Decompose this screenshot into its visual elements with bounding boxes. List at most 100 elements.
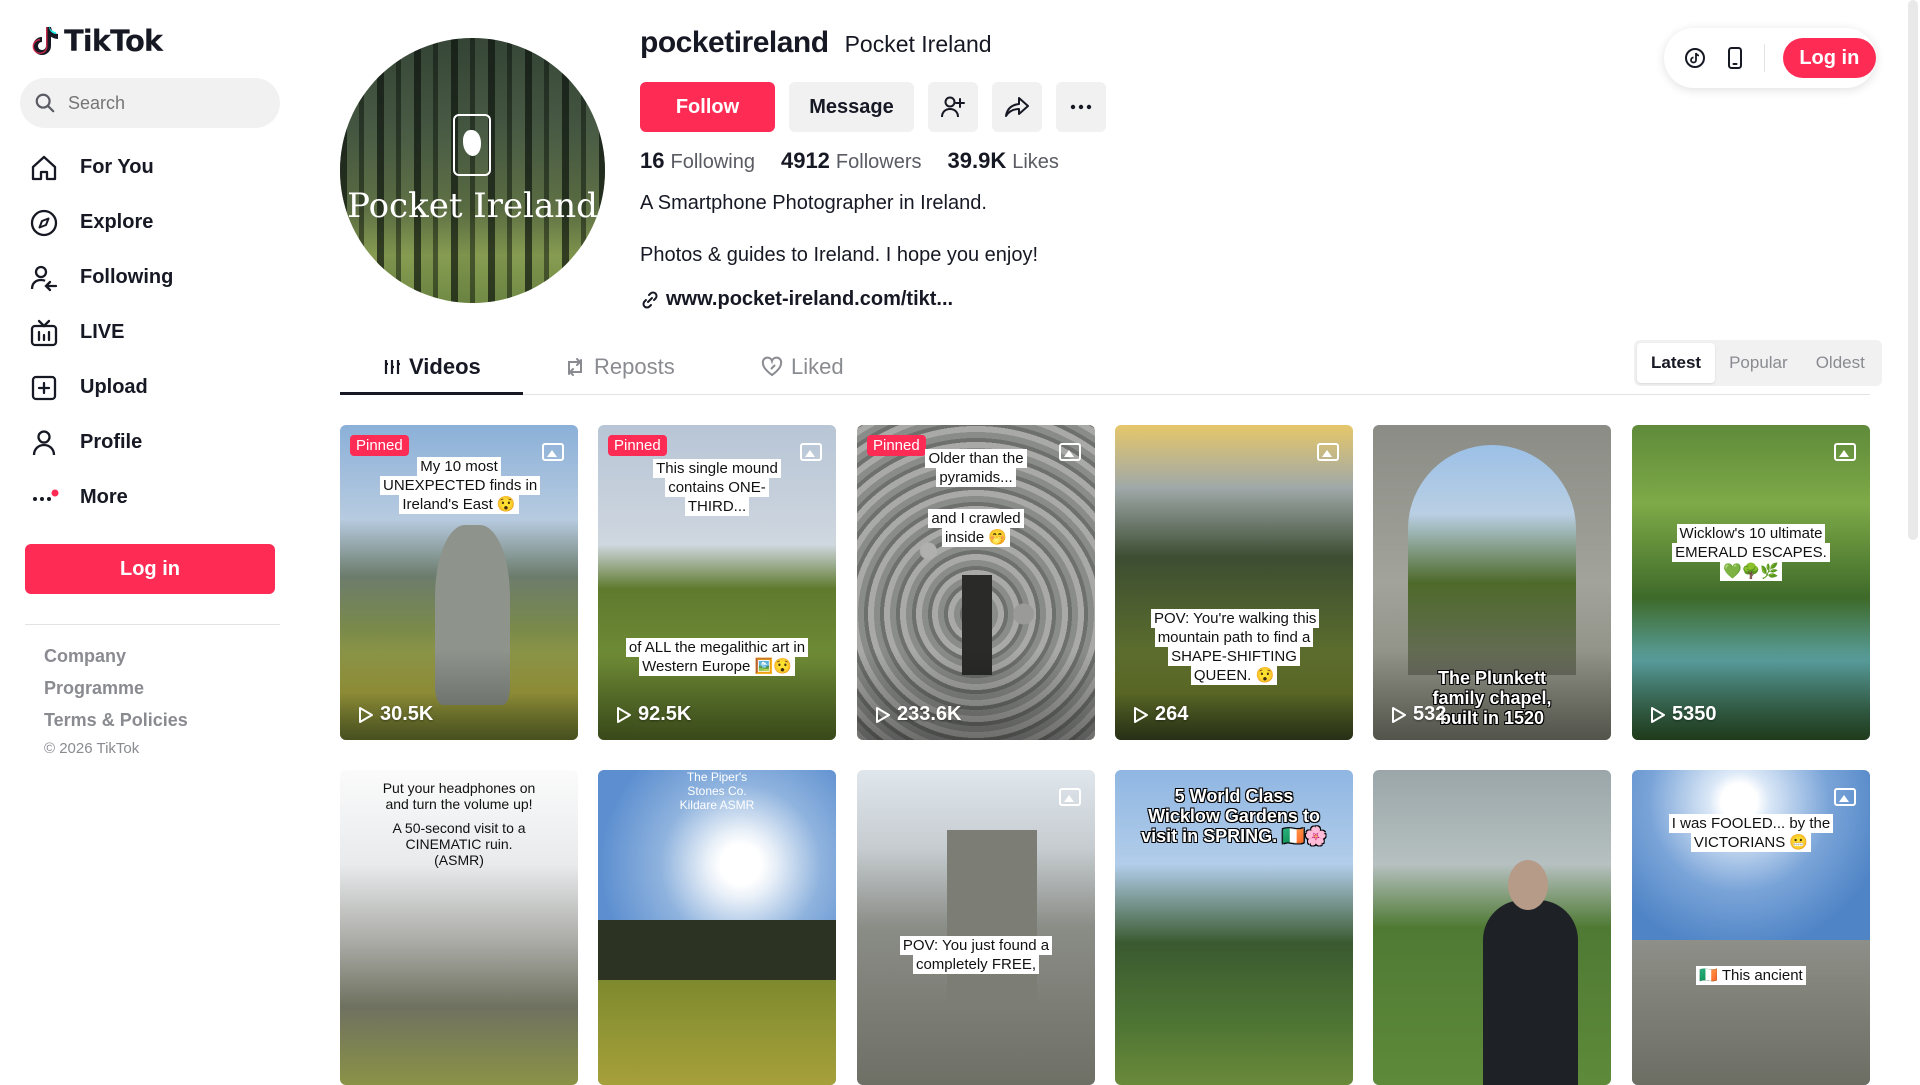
footer-terms-link[interactable]: Terms & Policies <box>44 710 188 731</box>
play-icon <box>1651 706 1665 723</box>
profile-stats: 16 Following 4912 Followers 39.9K Likes <box>640 148 1059 174</box>
top-right-bar: Log in <box>1664 28 1876 88</box>
upload-icon <box>28 372 60 404</box>
top-login-button[interactable]: Log in <box>1782 38 1876 78</box>
following-stat[interactable]: 16 Following <box>640 148 755 174</box>
sidebar-login-button[interactable]: Log in <box>25 544 275 594</box>
followers-label: Followers <box>835 151 922 173</box>
video-caption-secondary: 🇮🇪 This ancient <box>1632 966 1870 985</box>
search-icon <box>35 93 55 113</box>
photo-carousel-icon <box>1317 443 1339 461</box>
tiktok-studio-button[interactable] <box>1684 47 1706 69</box>
phone-logo-icon <box>453 114 491 176</box>
likes-label: Likes <box>1012 151 1059 173</box>
nav-label: Following <box>80 266 174 288</box>
more-icon <box>28 482 60 514</box>
liked-heart-icon <box>761 356 783 376</box>
video-caption: Wicklow's 10 ultimate EMERALD ESCAPES. 💚… <box>1632 524 1870 581</box>
sidebar: TikTok For You Explore Following LIVE Up… <box>0 0 300 987</box>
video-caption: 5 World Class Wicklow Gardens to visit i… <box>1141 786 1327 846</box>
tab-videos[interactable]: Videos <box>383 338 481 395</box>
nav-label: Profile <box>80 431 143 453</box>
tab-label: Liked <box>791 353 844 379</box>
more-options-button[interactable] <box>1056 82 1106 132</box>
profile-link-text: www.pocket-ireland.com/tikt... <box>666 288 954 310</box>
tree-line <box>598 920 836 985</box>
studio-icon <box>1685 48 1705 68</box>
likes-stat: 39.9K Likes <box>948 148 1059 174</box>
sort-popular[interactable]: Popular <box>1715 343 1802 383</box>
followers-count: 4912 <box>780 148 830 173</box>
footer-company-link[interactable]: Company <box>44 646 188 667</box>
tab-reposts[interactable]: Reposts <box>564 338 675 395</box>
following-label: Following <box>670 151 755 173</box>
person-figure <box>1483 900 1578 1085</box>
nav-more[interactable]: More <box>28 470 173 525</box>
video-card[interactable]: Put your headphones on and turn the volu… <box>340 770 578 1085</box>
sidebar-nav: For You Explore Following LIVE Upload Pr… <box>28 140 173 525</box>
video-caption-secondary: and I crawled inside 🤭 <box>857 509 1095 547</box>
video-caption-secondary: A 50-second visit to a CINEMATIC ruin. (… <box>392 820 526 868</box>
nav-for-you[interactable]: For You <box>28 140 173 195</box>
videos-icon <box>384 359 400 374</box>
video-card[interactable]: 5 World Class Wicklow Gardens to visit i… <box>1115 770 1353 1085</box>
compass-icon <box>28 207 60 239</box>
get-app-button[interactable] <box>1724 47 1746 69</box>
field <box>598 980 836 1085</box>
video-card[interactable]: Pinned My 10 most UNEXPECTED finds in Ir… <box>340 425 578 740</box>
following-count: 16 <box>640 148 665 173</box>
profile-link[interactable]: www.pocket-ireland.com/tikt... <box>640 288 953 311</box>
pinned-badge: Pinned <box>608 435 667 456</box>
message-button[interactable]: Message <box>789 82 914 132</box>
sidebar-footer: Company Programme Terms & Policies © 202… <box>44 646 188 757</box>
profile-avatar: Pocket Ireland <box>340 38 605 303</box>
video-caption: Put your headphones on and turn the volu… <box>382 780 536 812</box>
view-count: 233.6K <box>875 703 962 726</box>
nav-label: Upload <box>80 376 148 398</box>
sort-latest[interactable]: Latest <box>1637 343 1716 383</box>
video-card[interactable] <box>1373 770 1611 1085</box>
video-card[interactable]: The Plunkett family chapel, built in 152… <box>1373 425 1611 740</box>
nav-profile[interactable]: Profile <box>28 415 173 470</box>
stone-field <box>1632 940 1870 1085</box>
video-caption: POV: You just found a completely FREE, <box>857 936 1095 974</box>
sidebar-divider <box>25 624 280 625</box>
play-icon <box>617 706 631 723</box>
search-input[interactable] <box>68 92 258 114</box>
video-card[interactable]: Pinned This single mound contains ONE-TH… <box>598 425 836 740</box>
video-card[interactable]: I was FOOLED... by the VICTORIANS 😬 🇮🇪 T… <box>1632 770 1870 1085</box>
nav-live[interactable]: LIVE <box>28 305 173 360</box>
followers-stat[interactable]: 4912 Followers <box>781 148 922 174</box>
nav-explore[interactable]: Explore <box>28 195 173 250</box>
photo-carousel-icon <box>1834 788 1856 806</box>
logo-text: TikTok <box>64 24 163 58</box>
sort-oldest[interactable]: Oldest <box>1802 343 1879 383</box>
ellipsis-icon <box>1070 104 1092 110</box>
follow-button[interactable]: Follow <box>640 82 775 132</box>
bio-line-1: A Smartphone Photographer in Ireland. <box>640 192 987 214</box>
tiktok-logo-icon <box>32 25 58 55</box>
photo-carousel-icon <box>1834 443 1856 461</box>
page-scrollbar[interactable] <box>1908 0 1918 540</box>
video-card[interactable]: Pinned Older than the pyramids... and I … <box>857 425 1095 740</box>
play-icon <box>876 706 890 723</box>
tiktok-logo[interactable]: TikTok <box>30 24 163 58</box>
video-card[interactable]: POV: You just found a completely FREE, <box>857 770 1095 1085</box>
separator <box>1763 44 1765 72</box>
tab-liked[interactable]: Liked <box>761 338 844 395</box>
share-button[interactable] <box>992 82 1042 132</box>
search-box[interactable] <box>20 78 280 128</box>
suggested-accounts-button[interactable] <box>928 82 978 132</box>
photo-carousel-icon <box>1059 788 1081 806</box>
footer-programme-link[interactable]: Programme <box>44 678 188 699</box>
person-head <box>1508 860 1548 910</box>
add-friend-icon <box>941 96 965 118</box>
video-card[interactable]: Wicklow's 10 ultimate EMERALD ESCAPES. 💚… <box>1632 425 1870 740</box>
display-name: Pocket Ireland <box>844 31 992 57</box>
repost-icon <box>568 357 582 376</box>
active-tab-indicator <box>340 392 523 395</box>
video-card[interactable]: The Piper's Stones Co. Kildare ASMR <box>598 770 836 1085</box>
nav-upload[interactable]: Upload <box>28 360 173 415</box>
nav-following[interactable]: Following <box>28 250 173 305</box>
video-card[interactable]: POV: You're walking this mountain path t… <box>1115 425 1353 740</box>
